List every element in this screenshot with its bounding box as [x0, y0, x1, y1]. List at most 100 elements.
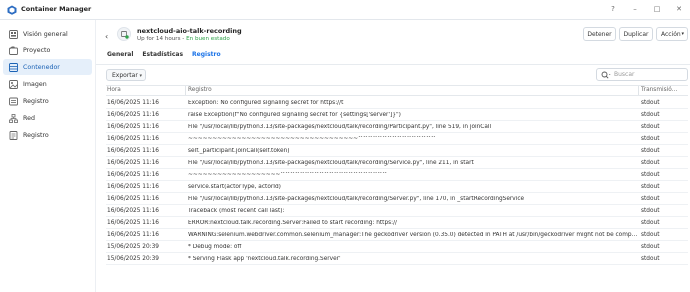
duplicate-button[interactable]: Duplicar — [619, 27, 653, 41]
app-title: Container Manager — [21, 5, 92, 13]
table-row[interactable]: 16/06/2025 11:16 ~~~~~~~~~~~~~~~~~~~~~~~~… — [106, 134, 688, 145]
row-date: 16/06/2025 11:16 — [107, 208, 159, 214]
action-label: Acción — [661, 30, 681, 38]
row-date: 15/06/2025 20:39 — [107, 256, 159, 262]
row-date: 16/06/2025 11:16 — [107, 220, 159, 226]
sidebar-item-label: Imagen — [23, 80, 47, 88]
sidebar-item-label: Registro — [23, 97, 49, 105]
uptime-text: Up for 14 hours — [137, 36, 181, 42]
sidebar-item-log[interactable]: Registro — [3, 127, 92, 143]
export-label: Exportar — [112, 71, 138, 79]
row-date: 16/06/2025 11:16 — [107, 124, 159, 130]
row-stream: stdout — [641, 148, 660, 154]
maximize-icon[interactable]: □ — [652, 4, 662, 14]
health-status: En buen estado — [186, 36, 230, 42]
sidebar-item-registry[interactable]: Registro — [3, 93, 92, 109]
column-divider[interactable] — [185, 86, 186, 95]
column-header-log[interactable]: Registro — [188, 87, 212, 93]
row-date: 16/06/2025 11:16 — [107, 136, 159, 142]
image-icon — [9, 79, 18, 89]
export-dropdown[interactable]: Exportar ▾ — [106, 69, 146, 81]
row-message: service.start(actorType, actorId) — [188, 184, 281, 190]
sidebar-item-label: Visión general — [23, 30, 68, 38]
tab-log[interactable]: Registro — [192, 51, 221, 58]
row-stream: stdout — [641, 100, 660, 106]
row-date: 16/06/2025 11:16 — [107, 172, 159, 178]
sidebar-item-label: Registro — [23, 131, 49, 139]
row-stream: stdout — [641, 172, 660, 178]
column-header-time[interactable]: Hora — [107, 87, 121, 93]
search-box[interactable] — [596, 68, 688, 81]
row-stream: stdout — [641, 232, 660, 238]
table-row[interactable]: 16/06/2025 11:16 Exception: No configured… — [106, 98, 688, 109]
tab-bar: General Estadísticas Registro — [107, 51, 221, 58]
row-stream: stdout — [641, 208, 660, 214]
sidebar-item-image[interactable]: Imagen — [3, 76, 92, 92]
log-table: Hora Registro Transmisió... 16/06/2025 1… — [106, 85, 688, 265]
registry-icon — [9, 97, 18, 105]
search-input[interactable] — [614, 71, 674, 78]
sidebar-item-label: Red — [23, 114, 35, 122]
row-message: self._participant.joinCall(self.token) — [188, 148, 290, 154]
column-header-stream[interactable]: Transmisió... — [641, 87, 677, 93]
row-date: 15/06/2025 20:39 — [107, 244, 159, 250]
row-message: Traceback (most recent call last): — [188, 208, 285, 214]
row-date: 16/06/2025 11:16 — [107, 100, 159, 106]
action-dropdown[interactable]: Acción ▾ — [656, 27, 688, 41]
row-stream: stdout — [641, 244, 660, 250]
filter-search-icon[interactable] — [601, 71, 611, 79]
row-date: 16/06/2025 11:16 — [107, 112, 159, 118]
tab-general[interactable]: General — [107, 51, 133, 58]
close-icon[interactable]: ✕ — [674, 4, 684, 14]
row-date: 16/06/2025 11:16 — [107, 232, 159, 238]
stop-button[interactable]: Detener — [583, 27, 616, 41]
row-message: WARNING:selenium.webdriver.common.seleni… — [188, 232, 638, 238]
sidebar-item-overview[interactable]: Visión general — [3, 26, 92, 42]
table-row[interactable]: 16/06/2025 11:16 service.start(actorType,… — [106, 182, 688, 193]
row-message: raise Exception(f"No configured signalin… — [188, 112, 401, 118]
table-row[interactable]: 16/06/2025 11:16 File "/usr/local/lib/pyt… — [106, 122, 688, 133]
help-icon[interactable]: ? — [608, 4, 618, 14]
log-icon — [9, 130, 18, 140]
row-message: File "/usr/local/lib/python3.13/site-pac… — [188, 124, 492, 130]
table-row[interactable]: 16/06/2025 11:16 File "/usr/local/lib/pyt… — [106, 158, 688, 169]
table-header: Hora Registro Transmisió... — [106, 85, 688, 96]
table-row[interactable]: 15/06/2025 20:39 * Debug mode: off stdout — [106, 242, 688, 253]
column-divider[interactable] — [638, 86, 639, 95]
row-stream: stdout — [641, 196, 660, 202]
row-date: 16/06/2025 11:16 — [107, 148, 159, 154]
row-date: 16/06/2025 11:16 — [107, 160, 159, 166]
table-row[interactable]: 16/06/2025 11:16 Traceback (most recent c… — [106, 206, 688, 217]
row-message: * Debug mode: off — [188, 244, 242, 250]
container-icon — [9, 62, 18, 72]
sidebar-item-label: Proyecto — [23, 46, 51, 54]
container-status-icon — [117, 27, 131, 41]
container-name: nextcloud-aio-talk-recording — [137, 27, 242, 35]
sidebar: Visión general Proyecto Contenedor Image… — [0, 20, 96, 292]
table-row[interactable]: 16/06/2025 11:16 ~~~~~~~~~~~~~~~~~~~^^^^^… — [106, 170, 688, 181]
minimize-icon[interactable]: – — [630, 4, 640, 14]
tab-divider — [96, 64, 690, 65]
sidebar-item-network[interactable]: Red — [3, 110, 92, 126]
row-message: File "/usr/local/lib/python3.13/site-pac… — [188, 196, 525, 202]
back-arrow-icon[interactable]: ‹ — [105, 32, 114, 41]
tab-statistics[interactable]: Estadísticas — [142, 51, 183, 58]
table-row[interactable]: 15/06/2025 20:39 * Serving Flask app 'nex… — [106, 254, 688, 265]
table-row[interactable]: 16/06/2025 11:16 ERROR:nextcloud.talk.rec… — [106, 218, 688, 229]
row-stream: stdout — [641, 124, 660, 130]
row-stream: stdout — [641, 256, 660, 262]
row-message: ~~~~~~~~~~~~~~~~~~~^^^^^^^^^^^^^^^^^^^^^… — [188, 172, 388, 178]
chevron-down-icon: ▾ — [681, 31, 684, 37]
table-row[interactable]: 16/06/2025 11:16 self._participant.joinCa… — [106, 146, 688, 157]
main-panel: ‹ nextcloud-aio-talk-recording Up for 14… — [96, 20, 690, 292]
sidebar-item-project[interactable]: Proyecto — [3, 42, 92, 58]
row-date: 16/06/2025 11:16 — [107, 196, 159, 202]
table-row[interactable]: 16/06/2025 11:16 WARNING:selenium.webdriv… — [106, 230, 688, 241]
table-row[interactable]: 16/06/2025 11:16 raise Exception(f"No con… — [106, 110, 688, 121]
sidebar-item-label: Contenedor — [23, 63, 60, 71]
table-row[interactable]: 16/06/2025 11:16 File "/usr/local/lib/pyt… — [106, 194, 688, 205]
row-message: ~~~~~~~~~~~~~~~~~~~~~~~~~~~~~~~~~~~^^^^^… — [188, 136, 436, 142]
network-icon — [9, 113, 18, 123]
sidebar-item-container[interactable]: Contenedor — [3, 59, 92, 75]
row-message: * Serving Flask app 'nextcloud.talk.reco… — [188, 256, 341, 262]
